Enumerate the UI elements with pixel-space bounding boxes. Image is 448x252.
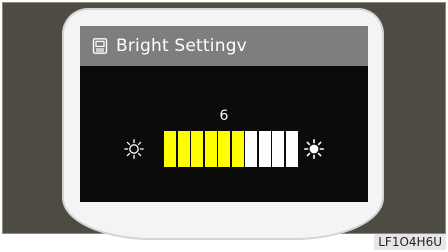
osd-screen: Bright Settingv 6 <box>80 26 368 202</box>
brightness-segment <box>285 131 298 167</box>
brightness-slider-row <box>124 131 325 169</box>
brightness-segment <box>177 131 190 167</box>
figure-code-label: LF1O4H6U <box>374 234 446 250</box>
sun-bright-icon <box>304 139 325 160</box>
brightness-segment <box>164 131 176 167</box>
sun-dim-icon <box>124 139 144 159</box>
brightness-segment <box>218 131 230 167</box>
figure-frame: Bright Settingv 6 LF1O4H6U <box>0 0 448 252</box>
brightness-segment <box>191 131 203 167</box>
brightness-segment <box>272 131 284 167</box>
osd-title: Bright Settingv <box>116 36 247 56</box>
monitor-menu-icon <box>92 38 108 54</box>
brightness-segment <box>204 131 217 167</box>
brightness-segment <box>258 131 271 167</box>
osd-titlebar: Bright Settingv <box>80 26 368 66</box>
brightness-value: 6 <box>219 108 229 124</box>
brightness-segment <box>231 131 244 167</box>
brightness-segment <box>245 131 257 167</box>
brightness-bar[interactable] <box>164 131 298 167</box>
